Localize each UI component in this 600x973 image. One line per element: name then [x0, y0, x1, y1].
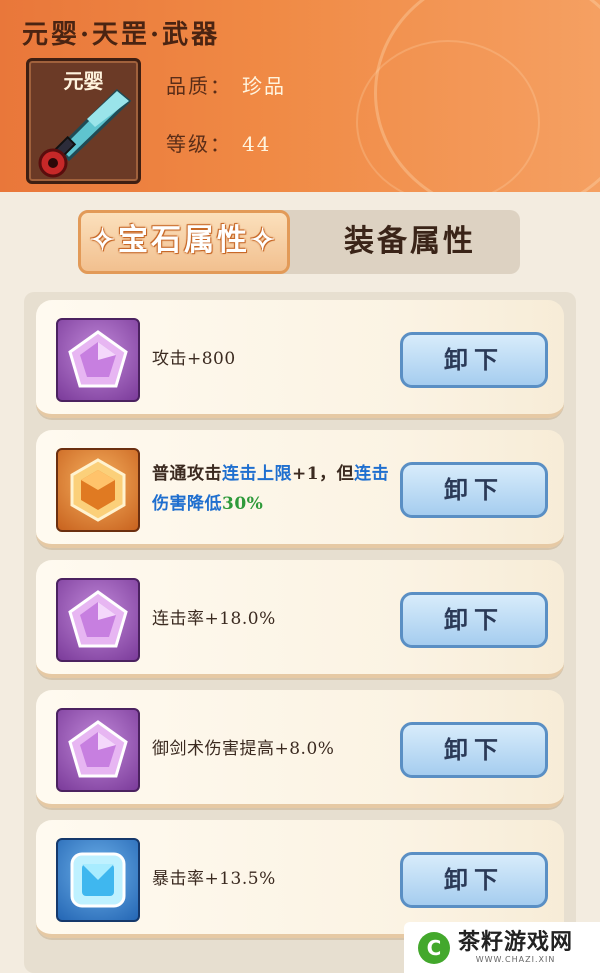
- item-header: 元婴·天罡·武器 元婴 品质： 珍品 等级： 44: [0, 0, 600, 192]
- level-label: 等级：: [166, 132, 232, 156]
- gem-effect-part: 普通攻击: [152, 464, 222, 484]
- level-row: 等级： 44: [166, 128, 271, 157]
- gem-effect-text: 御剑术伤害提高+8.0%: [152, 690, 402, 808]
- gem-effect-text: 攻击+800: [152, 300, 402, 418]
- watermark-name: 茶籽游戏网: [458, 930, 574, 955]
- hexagon-gem-icon[interactable]: [56, 448, 140, 532]
- gem-effect-text: 暴击率+13.5%: [152, 820, 402, 938]
- watermark-logo-icon: C: [418, 931, 450, 964]
- unequip-button[interactable]: 卸下: [400, 462, 548, 518]
- watermark-url: WWW.CHAZI.XIN: [475, 955, 556, 964]
- sword-icon: [38, 88, 132, 178]
- weapon-slot[interactable]: 元婴: [26, 58, 141, 184]
- gem-row: 连击率+18.0% 卸下: [36, 560, 564, 678]
- tab-equipment-attributes[interactable]: 装备属性: [300, 210, 520, 274]
- pentagon-gem-icon[interactable]: [56, 578, 140, 662]
- gem-effect-part: 30%: [222, 494, 264, 514]
- site-watermark: C 茶籽游戏网 WWW.CHAZI.XIN: [404, 922, 600, 973]
- tab-gem-attributes[interactable]: ✧宝石属性✧: [78, 210, 290, 274]
- quality-value: 珍品: [242, 74, 286, 98]
- level-value: 44: [242, 132, 272, 156]
- item-title: 元婴·天罡·武器: [22, 20, 221, 50]
- gem-row: 暴击率+13.5% 卸下: [36, 820, 564, 938]
- quality-label: 品质：: [166, 74, 232, 98]
- pentagon-gem-icon[interactable]: [56, 708, 140, 792]
- gem-row: 攻击+800 卸下: [36, 300, 564, 418]
- gem-row: 普通攻击连击上限+1，但连击伤害降低30% 卸下: [36, 430, 564, 548]
- gem-effect-part: +1，但: [292, 464, 355, 484]
- square-gem-icon[interactable]: [56, 838, 140, 922]
- gem-effect-part: 连击率+18.0%: [152, 609, 276, 629]
- pentagon-gem-icon[interactable]: [56, 318, 140, 402]
- gem-effect-text: 普通攻击连击上限+1，但连击伤害降低30%: [152, 430, 402, 548]
- unequip-button[interactable]: 卸下: [400, 592, 548, 648]
- gem-row: 御剑术伤害提高+8.0% 卸下: [36, 690, 564, 808]
- gem-effect-text: 连击率+18.0%: [152, 560, 402, 678]
- unequip-button[interactable]: 卸下: [400, 332, 548, 388]
- unequip-button[interactable]: 卸下: [400, 722, 548, 778]
- unequip-button[interactable]: 卸下: [400, 852, 548, 908]
- quality-row: 品质： 珍品: [166, 70, 286, 99]
- gem-effect-part: 连击上限: [222, 464, 292, 484]
- gem-effect-part: 御剑术伤害提高+8.0%: [152, 739, 335, 759]
- gem-effect-part: 攻击+800: [152, 349, 236, 369]
- gem-effect-part: 暴击率+13.5%: [152, 869, 276, 889]
